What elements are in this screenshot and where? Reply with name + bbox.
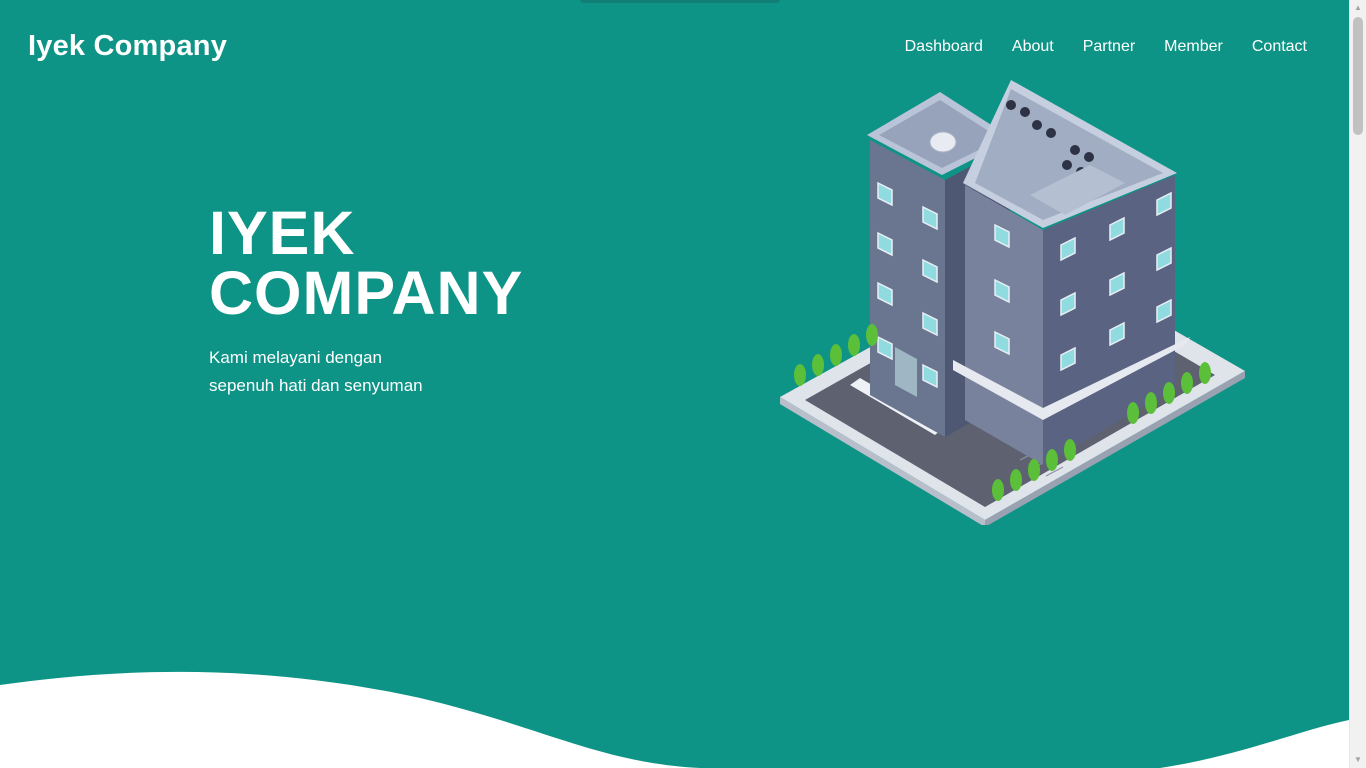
nav-item-contact[interactable]: Contact xyxy=(1252,38,1307,56)
hero-subtitle: Kami melayani dengan sepenuh hati dan se… xyxy=(209,344,423,400)
hero-subtitle-line-1: Kami melayani dengan xyxy=(209,348,382,367)
page: Iyek Company Dashboard About Partner Mem… xyxy=(0,0,1349,768)
nav-item-member[interactable]: Member xyxy=(1164,38,1223,56)
nav-item-about[interactable]: About xyxy=(1012,38,1054,56)
hero-title: IYEK COMPANY xyxy=(209,199,524,327)
hero-title-line-2: COMPANY xyxy=(209,259,524,327)
satellite-dish xyxy=(929,131,957,153)
hero-title-line-1: IYEK xyxy=(209,199,356,267)
bottom-wave xyxy=(0,671,1349,768)
main-tower-front xyxy=(965,185,1043,465)
arrow-down-icon[interactable]: ▼ xyxy=(1350,752,1366,768)
main-nav: Dashboard About Partner Member Contact xyxy=(876,38,1307,56)
nav-item-dashboard[interactable]: Dashboard xyxy=(905,38,983,56)
arrow-up-icon[interactable]: ▲ xyxy=(1350,0,1366,16)
building-illustration xyxy=(780,80,1245,525)
hero-subtitle-line-2: sepenuh hati dan senyuman xyxy=(209,376,423,395)
nav-item-partner[interactable]: Partner xyxy=(1083,38,1135,56)
vertical-scrollbar[interactable]: ▲ ▼ xyxy=(1349,0,1366,768)
top-accent-line xyxy=(580,0,780,3)
brand-logo[interactable]: Iyek Company xyxy=(28,30,227,63)
scrollbar-thumb[interactable] xyxy=(1353,17,1363,135)
